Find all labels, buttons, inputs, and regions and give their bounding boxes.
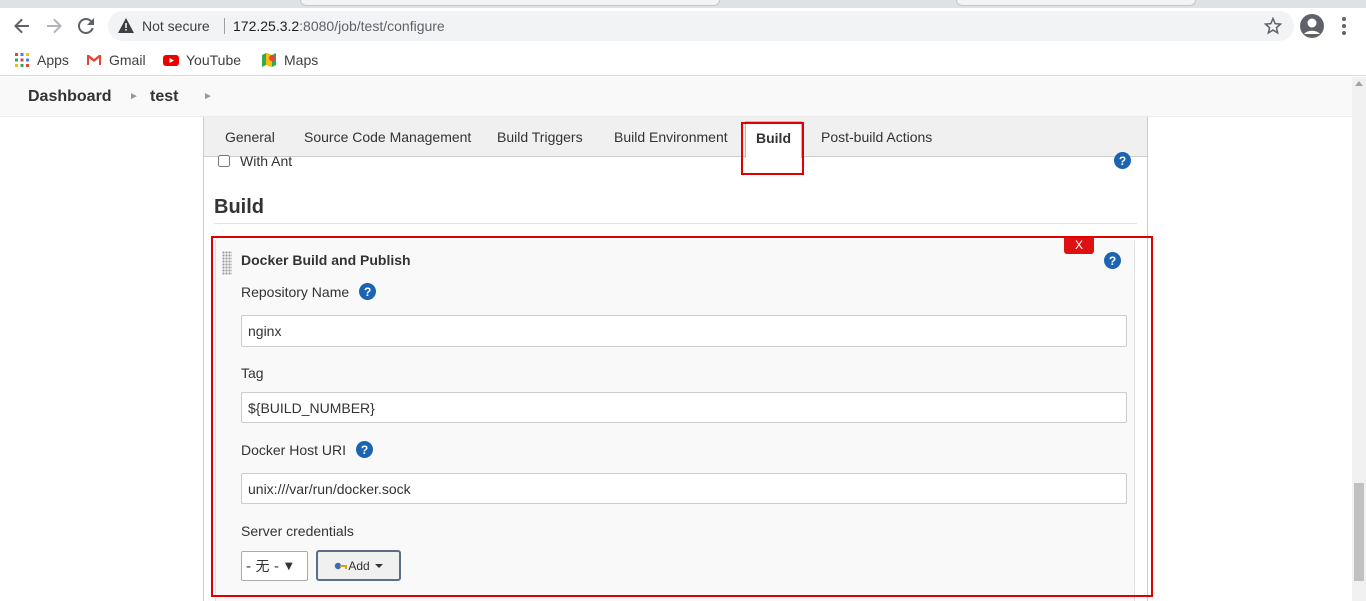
bookmark-apps[interactable]: Apps (14, 50, 69, 70)
tab-build[interactable]: Build (745, 121, 802, 158)
repository-name-label: Repository Name (241, 283, 350, 300)
docker-host-field-label: Docker Host URI ? (241, 441, 374, 458)
browser-tab-strip (0, 0, 1366, 8)
breadcrumb: Dashboard ► test ► (0, 77, 1352, 117)
warning-triangle-icon (118, 18, 134, 33)
forward-button[interactable] (40, 12, 68, 40)
browser-toolbar: Not secure 172.25.3.2:8080/job/test/conf… (0, 8, 1366, 44)
tag-input[interactable] (241, 392, 1127, 423)
section-divider (214, 223, 1137, 224)
bookmark-label: Apps (37, 52, 69, 68)
tag-label: Tag (241, 365, 264, 381)
tab-post-build-actions[interactable]: Post-build Actions (821, 129, 932, 145)
browser-menu-icon[interactable] (1336, 14, 1352, 38)
tag-field-label: Tag (241, 365, 264, 381)
maps-icon (262, 53, 276, 67)
youtube-icon (163, 55, 179, 66)
dropdown-caret-icon (374, 563, 383, 568)
bookmark-star-icon[interactable] (1264, 17, 1282, 35)
section-title: Build (214, 196, 264, 218)
reload-icon (78, 18, 94, 34)
help-icon[interactable]: ? (359, 283, 377, 300)
url-path: :8080/job/test/configure (299, 18, 445, 34)
scroll-up-arrow-icon[interactable] (1355, 81, 1363, 86)
gmail-icon (87, 55, 101, 65)
with-ant-checkbox[interactable] (218, 155, 230, 167)
security-label[interactable]: Not secure (142, 18, 210, 34)
tab-general[interactable]: General (225, 129, 275, 145)
with-ant-option: With Ant (218, 153, 292, 169)
tab-source-code-management[interactable]: Source Code Management (304, 129, 471, 145)
bookmark-label: Maps (284, 52, 319, 68)
reload-button[interactable] (72, 12, 100, 40)
add-credentials-button[interactable]: Add (316, 550, 401, 581)
server-credentials-select[interactable]: - 无 - ▼ (241, 551, 308, 581)
help-icon[interactable]: ? (1114, 152, 1131, 169)
browser-tab[interactable] (956, 0, 1196, 6)
forward-arrow-icon (47, 18, 62, 34)
key-icon (335, 562, 348, 569)
address-bar[interactable]: Not secure 172.25.3.2:8080/job/test/conf… (108, 11, 1294, 41)
delete-step-button[interactable]: X (1064, 237, 1094, 254)
breadcrumb-caret-icon[interactable]: ► (203, 91, 213, 102)
chevron-down-icon: ▼ (285, 560, 293, 572)
bookmarks-bar: Apps Gmail YouTube Maps (0, 44, 1366, 76)
breadcrumb-caret-icon[interactable]: ► (129, 91, 139, 102)
url-host: 172.25.3.2 (233, 18, 300, 34)
docker-host-uri-label: Docker Host URI (241, 441, 347, 458)
back-button[interactable] (8, 12, 36, 40)
url-text[interactable]: 172.25.3.2:8080/job/test/configure (233, 18, 445, 34)
credentials-selected-value: - 无 - (246, 559, 280, 575)
profile-avatar-icon[interactable] (1299, 13, 1325, 39)
tab-build-triggers[interactable]: Build Triggers (497, 129, 583, 145)
help-icon[interactable]: ? (1104, 252, 1121, 269)
config-tab-bar: General Source Code Management Build Tri… (204, 117, 1147, 158)
browser-tab[interactable] (300, 0, 720, 6)
repository-name-input[interactable] (241, 315, 1127, 347)
bookmark-label: Gmail (109, 52, 146, 68)
bookmark-gmail[interactable]: Gmail (86, 50, 146, 70)
breadcrumb-test[interactable]: test (150, 88, 178, 106)
with-ant-label: With Ant (240, 153, 293, 169)
add-button-label: Add (348, 558, 370, 573)
apps-grid-icon (15, 53, 29, 67)
address-separator (224, 18, 225, 34)
server-credentials-field-label: Server credentials (241, 523, 354, 539)
tab-build-environment[interactable]: Build Environment (614, 129, 728, 145)
bookmark-maps[interactable]: Maps (261, 50, 318, 70)
repository-name-field-label: Repository Name ? (241, 283, 377, 300)
scrollbar-thumb[interactable] (1354, 483, 1364, 581)
build-step-title: Docker Build and Publish (241, 252, 411, 268)
page-scrollbar[interactable] (1352, 77, 1366, 601)
bookmark-label: YouTube (186, 52, 242, 68)
docker-host-uri-input[interactable] (241, 473, 1127, 504)
breadcrumb-dashboard[interactable]: Dashboard (28, 88, 112, 106)
server-credentials-label: Server credentials (241, 523, 354, 539)
back-arrow-icon (14, 18, 29, 34)
help-icon[interactable]: ? (356, 441, 374, 458)
bookmark-youtube[interactable]: YouTube (163, 50, 241, 70)
drag-handle-icon[interactable] (222, 251, 232, 275)
